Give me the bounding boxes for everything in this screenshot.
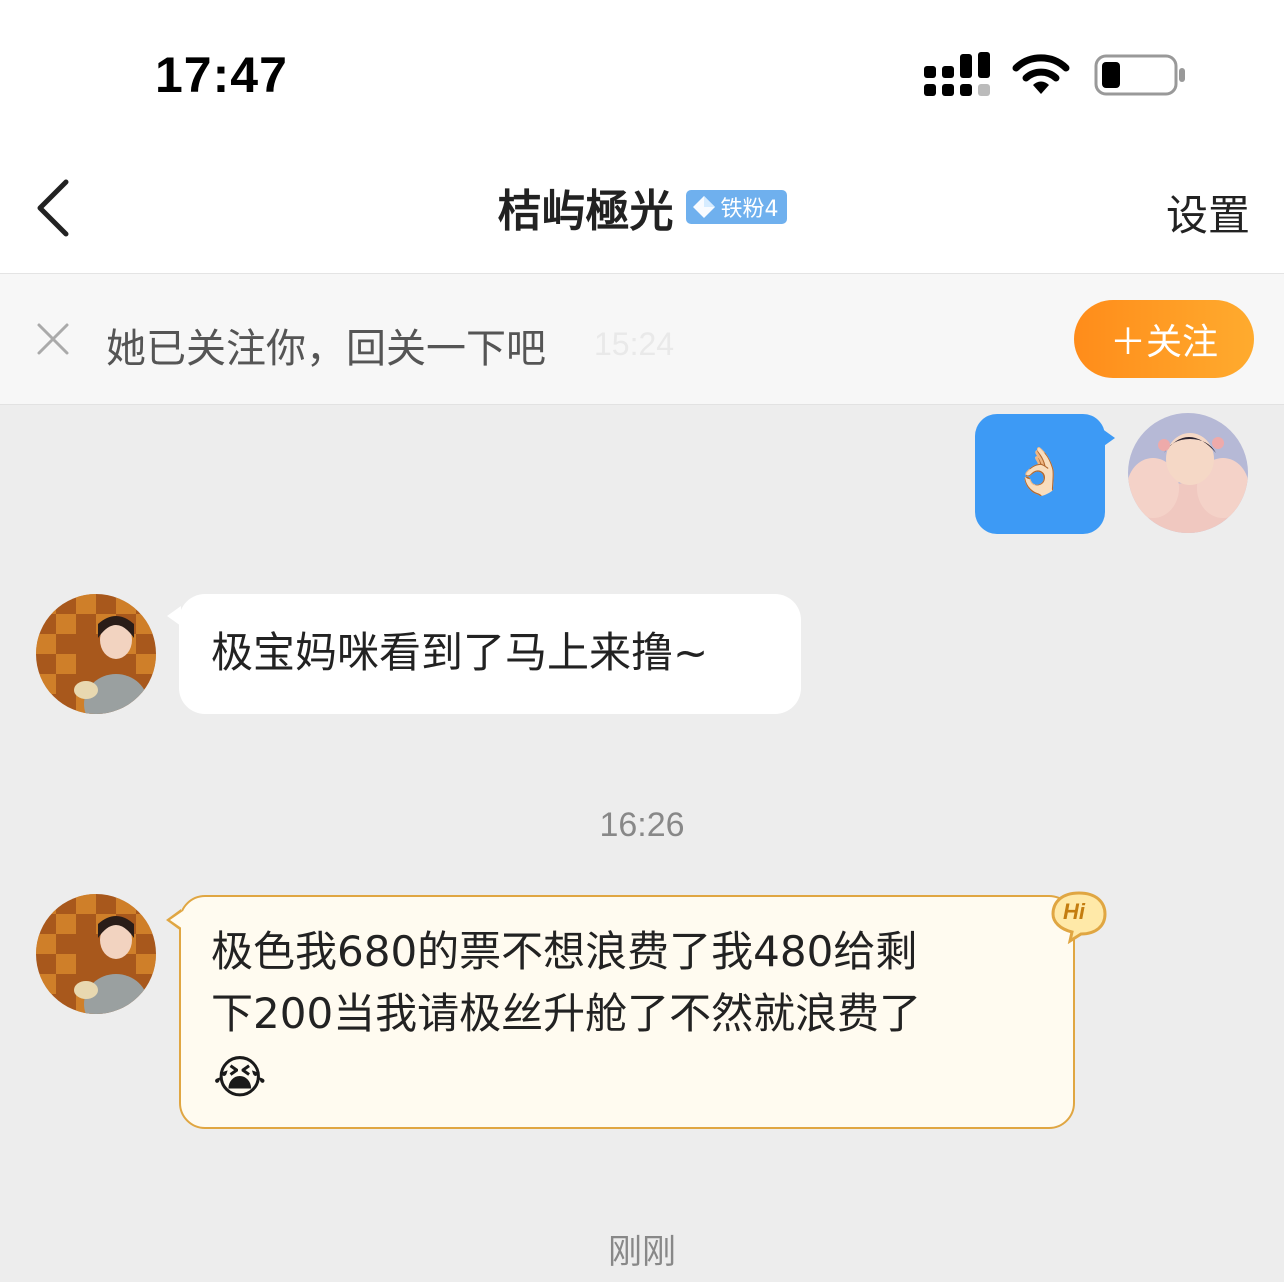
follow-prompt-time: 15:24 [594, 326, 675, 362]
message-bubble-sent[interactable]: 👌🏻 [975, 414, 1115, 534]
follow-back-button[interactable]: ＋关注 [1074, 300, 1254, 378]
chat-title[interactable]: 桔屿極光 [498, 175, 674, 239]
status-bar: 17:47 [0, 0, 1284, 140]
diamond-icon [692, 195, 715, 218]
follow-prompt-text: 她已关注你，回关一下吧 [106, 326, 546, 372]
fan-level-badge: 铁粉4 [685, 189, 787, 224]
hi-badge-label: Hi [1063, 899, 1085, 924]
hi-badge: Hi [1050, 890, 1108, 945]
my-avatar[interactable] [1128, 413, 1248, 533]
close-icon[interactable] [36, 322, 70, 356]
crying-emoji: 😭 [213, 1050, 267, 1104]
bubble-tail [167, 606, 181, 626]
contact-avatar[interactable] [36, 894, 156, 1014]
bubble-tail-fill [170, 911, 183, 929]
battery-icon [1094, 54, 1185, 96]
message-timestamp: 16:26 [599, 806, 685, 844]
message-bubble-received[interactable]: 极宝妈咪看到了马上来撸~ [167, 594, 801, 714]
avatar-image [1128, 413, 1248, 533]
message-text-line: 极色我680的票不想浪费了我480给剩 [211, 927, 918, 976]
bubble-tail [1101, 428, 1115, 448]
message-timestamp: 刚刚 [608, 1232, 676, 1272]
avatar-image [36, 894, 156, 1014]
nav-bar: 桔屿極光 铁粉4 设置 [0, 140, 1284, 274]
avatar-image [36, 594, 156, 714]
message-bubble-received-hi[interactable]: 极色我680的票不想浪费了我480给剩 下200当我请极丝升舱了不然就浪费了 😭 [166, 895, 1075, 1129]
wifi-icon [1012, 54, 1070, 94]
status-time: 17:47 [155, 47, 288, 103]
settings-button[interactable]: 设置 [1166, 182, 1250, 243]
fan-badge-label: 铁粉4 [720, 196, 779, 222]
cellular-signal-icon [924, 52, 990, 96]
follow-prompt-bar: 她已关注你，回关一下吧 15:24 ＋关注 [0, 274, 1284, 405]
contact-avatar[interactable] [36, 594, 156, 714]
message-text: 极宝妈咪看到了马上来撸~ [211, 628, 709, 677]
message-text-line: 下200当我请极丝升舱了不然就浪费了 [211, 989, 922, 1038]
ok-hand-emoji: 👌🏻 [1011, 444, 1069, 498]
title-container: 桔屿極光 铁粉4 [0, 140, 1284, 273]
